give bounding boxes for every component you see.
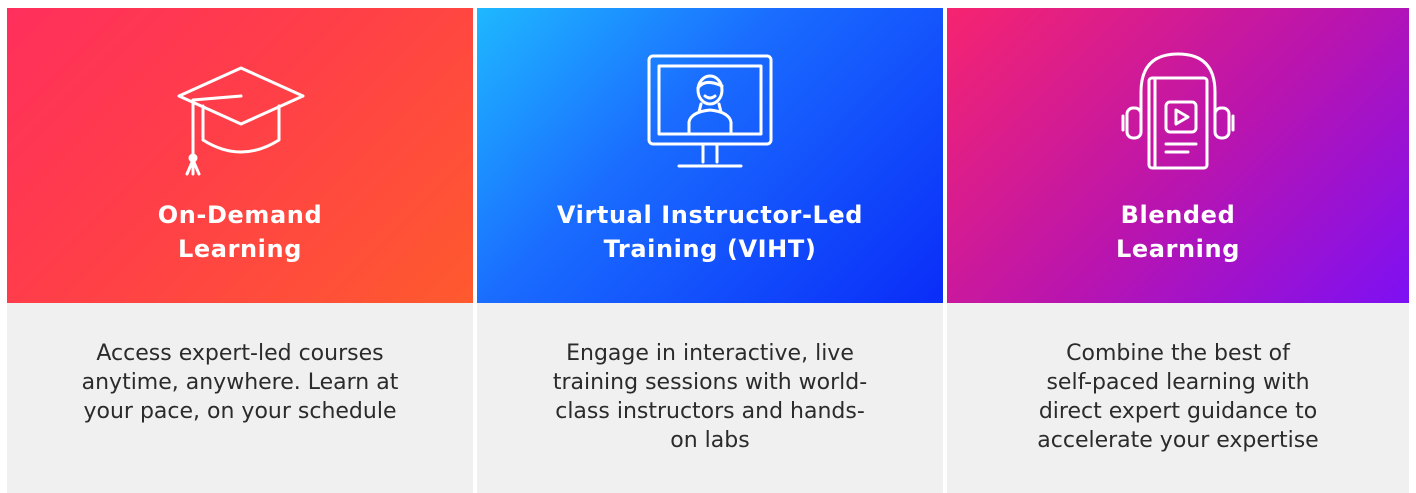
card-description-line: anytime, anywhere. Learn at: [81, 370, 399, 395]
card-description-line: accelerate your expertise: [1037, 428, 1319, 453]
card-on-demand-learning[interactable]: On-Demand Learning Access expert-led cou…: [7, 8, 473, 493]
card-header: Virtual Instructor-Led Training (VIHT): [477, 8, 943, 303]
book-headphones-icon: [1113, 48, 1243, 178]
card-title: On-Demand Learning: [7, 198, 473, 266]
card-title-line: On-Demand: [157, 201, 323, 229]
card-body: Engage in interactive, live training ses…: [477, 303, 943, 493]
card-description-line: self-paced learning with: [1046, 370, 1310, 395]
card-title-line: Training (VIHT): [603, 235, 817, 263]
card-description-line: your pace, on your schedule: [83, 399, 397, 424]
card-title-line: Virtual Instructor-Led: [556, 201, 864, 229]
card-virtual-instructor-led-training[interactable]: Virtual Instructor-Led Training (VIHT) E…: [477, 8, 943, 493]
card-description-line: direct expert guidance to: [1038, 399, 1318, 424]
learning-options: On-Demand Learning Access expert-led cou…: [0, 0, 1416, 493]
card-description-line: training sessions with world-: [552, 370, 868, 395]
card-description-line: class instructors and hands-: [555, 399, 865, 424]
card-body: Access expert-led courses anytime, anywh…: [7, 303, 473, 493]
card-description-line: Engage in interactive, live: [566, 341, 854, 366]
card-description: Access expert-led courses anytime, anywh…: [7, 339, 473, 426]
card-description: Combine the best of self-paced learning …: [947, 339, 1409, 455]
card-header: On-Demand Learning: [7, 8, 473, 303]
card-title-line: Learning: [1116, 235, 1240, 263]
card-title-line: Blended: [1120, 201, 1236, 229]
card-description-line: on labs: [670, 428, 750, 453]
card-body: Combine the best of self-paced learning …: [947, 303, 1409, 493]
card-title: Blended Learning: [947, 198, 1409, 266]
card-description-line: Access expert-led courses: [96, 341, 384, 366]
card-title: Virtual Instructor-Led Training (VIHT): [477, 198, 943, 266]
card-title-line: Learning: [178, 235, 302, 263]
card-description: Engage in interactive, live training ses…: [477, 339, 943, 455]
graduation-cap-icon: [175, 48, 305, 178]
card-blended-learning[interactable]: Blended Learning Combine the best of sel…: [947, 8, 1409, 493]
card-description-line: Combine the best of: [1066, 341, 1290, 366]
monitor-instructor-icon: [645, 48, 775, 178]
card-header: Blended Learning: [947, 8, 1409, 303]
